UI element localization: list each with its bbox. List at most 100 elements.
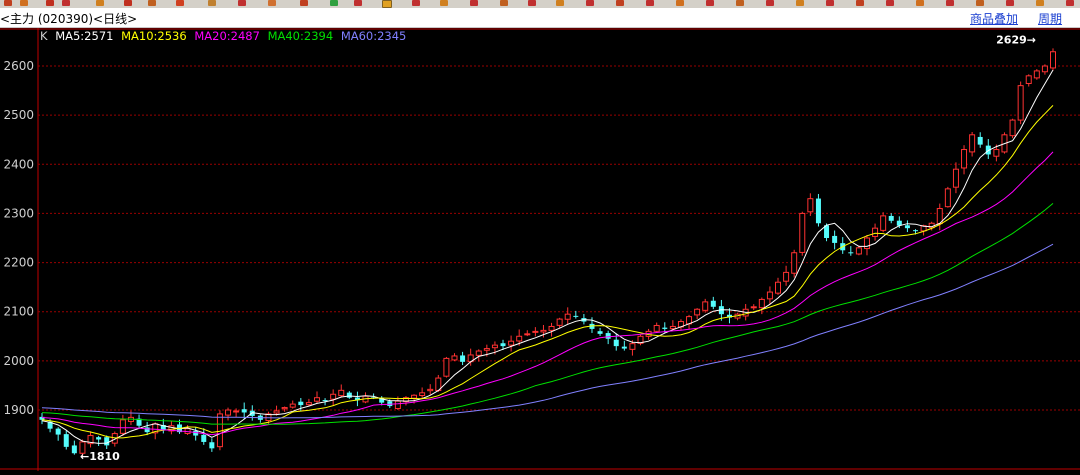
ma40-line [41,203,1054,425]
candle-body [419,392,426,396]
candle-body [758,298,765,309]
toolbar-icon[interactable] [528,0,536,6]
candle-body [775,281,782,294]
candle-body [281,407,288,410]
y-tick-label: 2100 [3,305,34,319]
toolbar-icon[interactable] [238,0,246,6]
candle-body [815,198,821,224]
toolbar-icon[interactable] [706,0,714,6]
toolbar-icon[interactable] [470,0,478,6]
candle-body [273,410,280,414]
candle-body [427,388,434,392]
candle-body [475,350,482,356]
toolbar-icon[interactable] [676,0,684,6]
toolbar-icon[interactable] [916,0,924,6]
candle-body [394,400,401,410]
candle-body [913,230,919,232]
candle-body [993,149,1000,157]
candle-body [564,313,571,320]
candle-body [104,437,110,446]
candle-body [791,252,798,274]
toolbar-icon[interactable] [796,0,804,6]
period-link[interactable]: 周期 [1038,10,1062,27]
toolbar-icon[interactable] [148,0,156,6]
candle-body [1009,119,1016,137]
candle-body [548,325,555,331]
candle-body [330,393,337,400]
toolbar-icon[interactable] [736,0,744,6]
candle-body [1025,75,1032,84]
y-tick-label: 2400 [3,157,34,171]
toolbar-icon[interactable] [20,0,28,6]
candle-body [629,343,636,350]
candle-body [305,402,312,406]
candle-body [289,403,296,408]
candle-body [443,357,450,377]
toolbar-icon[interactable] [300,0,308,6]
kline-svg[interactable]: 1900 2000 2100 2200 2300 2400 2500 2600 2629→ ←18… [0,28,1080,471]
toolbar-icon[interactable] [586,0,594,6]
candle-body [63,434,69,447]
y-tick-label: 2300 [3,206,34,220]
candle-body [662,327,668,329]
candle-body [241,409,247,413]
toolbar-icon[interactable] [176,0,184,6]
toolbar-icon[interactable] [766,0,774,6]
candle-body [888,215,894,221]
candle-body [1033,70,1040,79]
ma5-line [41,69,1054,444]
candle-body [1050,51,1056,69]
toolbar-icon[interactable] [616,0,624,6]
toolbar-icon[interactable] [440,0,448,6]
toolbar-icon[interactable] [976,0,984,6]
candle-body [71,445,77,454]
toolbar-icon[interactable] [62,0,70,6]
toolbar-icon[interactable] [412,0,420,6]
toolbar-icon[interactable] [330,0,338,6]
toolbar-icon[interactable] [886,0,894,6]
toolbar-icon[interactable] [354,0,362,6]
toolbar-icon[interactable] [382,0,392,8]
candle-body [524,333,531,336]
candle-body [653,324,660,332]
toolbar-icon[interactable] [46,0,54,6]
toolbar-icon[interactable] [646,0,654,6]
toolbar-icon[interactable] [208,0,216,6]
toolbar-icon[interactable] [556,0,564,6]
candle-body [872,227,879,237]
toolbar-icon[interactable] [124,0,132,6]
candle-body [863,237,870,250]
candle-body [904,225,910,229]
candle-body [669,325,676,330]
candle-body [944,188,951,208]
toolbar-icon[interactable] [826,0,834,6]
candle-body [387,401,393,407]
min-price-label: ←1810 [80,450,120,463]
candle-body [144,427,150,433]
candle-body [702,301,709,311]
candle-body [613,339,619,347]
toolbar-icon[interactable] [96,0,104,6]
candle-body [491,344,498,349]
overlay-commodity-link[interactable]: 商品叠加 [970,10,1018,27]
candle-body [500,343,506,347]
candle-body [597,331,603,334]
toolbar-icon[interactable] [268,0,276,6]
candle-body [848,252,854,254]
max-price-label: 2629→ [996,34,1036,47]
toolbar-icon[interactable] [4,0,12,6]
toolbar-icon[interactable] [1006,0,1014,6]
toolbar-icon[interactable] [1066,0,1074,6]
toolbar-icon[interactable] [500,0,508,6]
candle-body [1041,65,1048,73]
contract-title: <主力 (020390)<日线> [0,12,138,26]
candle-body [338,389,345,397]
kline-chart[interactable]: 1900 2000 2100 2200 2300 2400 2500 2600 2629→ ←18… [0,28,1080,471]
candle-body [977,136,983,145]
toolbar-icon[interactable] [1036,0,1044,6]
candle-body [694,308,701,316]
toolbar-icon[interactable] [946,0,954,6]
candle-body [516,335,523,342]
toolbar-icon[interactable] [856,0,864,6]
candle-body [55,428,61,435]
